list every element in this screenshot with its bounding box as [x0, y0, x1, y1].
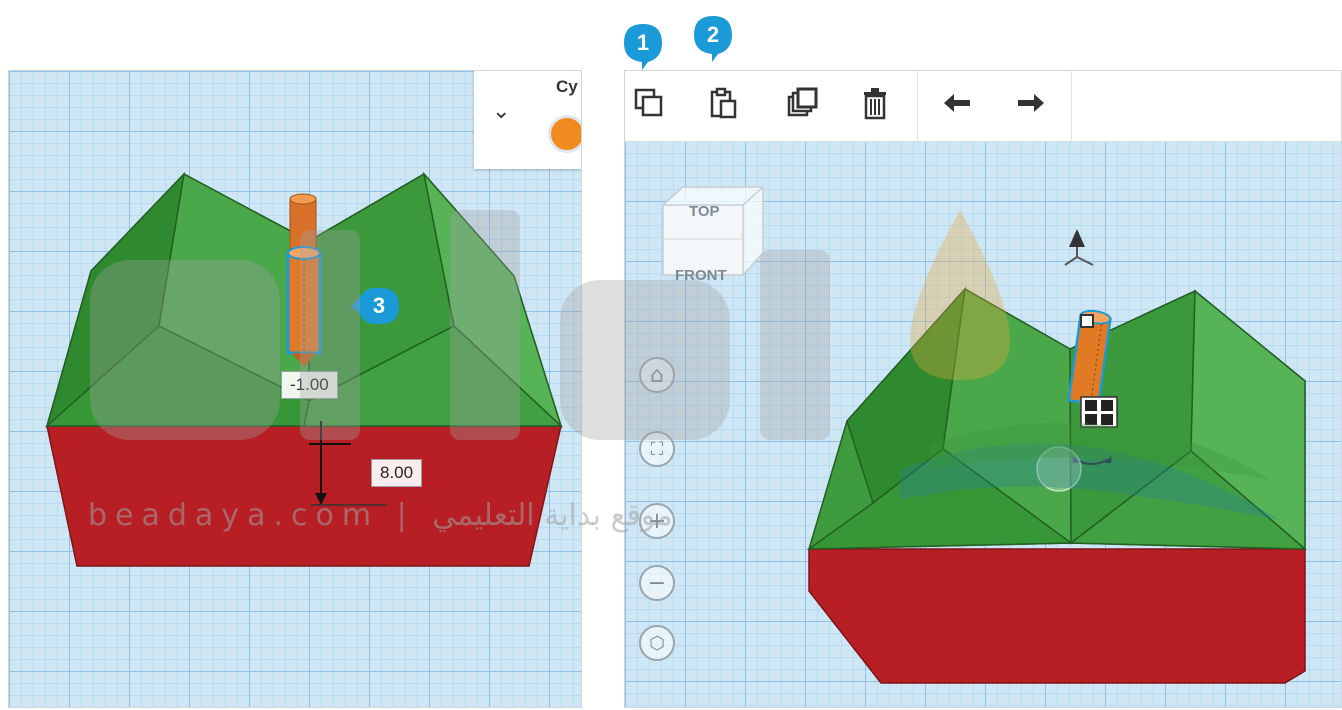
callout-2: 2 — [692, 14, 734, 62]
view-cube[interactable]: TOP FRONT — [659, 183, 769, 303]
red-base-front — [46, 425, 562, 567]
workplane-left[interactable]: -1.00 8.00 3 ⌄ Cy — [8, 70, 582, 708]
viewcube-top-label: TOP — [689, 203, 720, 220]
zoom-in-icon: + — [647, 508, 667, 534]
cylinder-selected — [286, 251, 322, 355]
home-icon: ⌂ — [650, 362, 664, 388]
trash-icon — [864, 88, 886, 120]
duplicate-button[interactable] — [779, 79, 827, 127]
zoom-out-button[interactable]: − — [639, 565, 675, 601]
paste-icon — [710, 87, 737, 119]
redo-button[interactable] — [1007, 79, 1055, 127]
height-dimension-label[interactable]: 8.00 — [371, 459, 423, 487]
workplane-right[interactable]: TOP FRONT ⌂ ⛶ + − ⬡ — [624, 70, 1342, 708]
redo-icon — [1018, 94, 1044, 112]
edit-toolbar — [625, 71, 1341, 142]
fit-view-icon: ⛶ — [650, 438, 664, 460]
callout-1: 1 — [622, 22, 664, 70]
zoom-out-icon: − — [647, 570, 667, 596]
shape-title: Cy — [556, 77, 578, 96]
perspective-button[interactable]: ⬡ — [639, 625, 675, 661]
shape-inspector-panel: ⌄ Cy — [474, 71, 581, 169]
offset-dimension-label[interactable]: -1.00 — [281, 371, 338, 399]
zoom-in-button[interactable]: + — [639, 503, 675, 539]
copy-icon — [634, 88, 663, 117]
viewcube-front-label: FRONT — [675, 267, 727, 284]
undo-button[interactable] — [933, 79, 981, 127]
chevron-down-icon[interactable]: ⌄ — [492, 99, 510, 124]
paste-button[interactable] — [699, 79, 747, 127]
perspective-icon: ⬡ — [649, 632, 665, 654]
copy-button[interactable] — [625, 79, 673, 127]
duplicate-icon — [787, 87, 818, 117]
toolbar-divider — [1071, 71, 1072, 141]
toolbar-divider — [917, 71, 918, 141]
home-view-button[interactable]: ⌂ — [639, 357, 675, 393]
color-swatch[interactable] — [548, 115, 581, 153]
callout-3: 3 — [345, 286, 401, 326]
delete-button[interactable] — [851, 79, 899, 127]
fit-view-button[interactable]: ⛶ — [639, 431, 675, 467]
undo-icon — [944, 94, 970, 112]
